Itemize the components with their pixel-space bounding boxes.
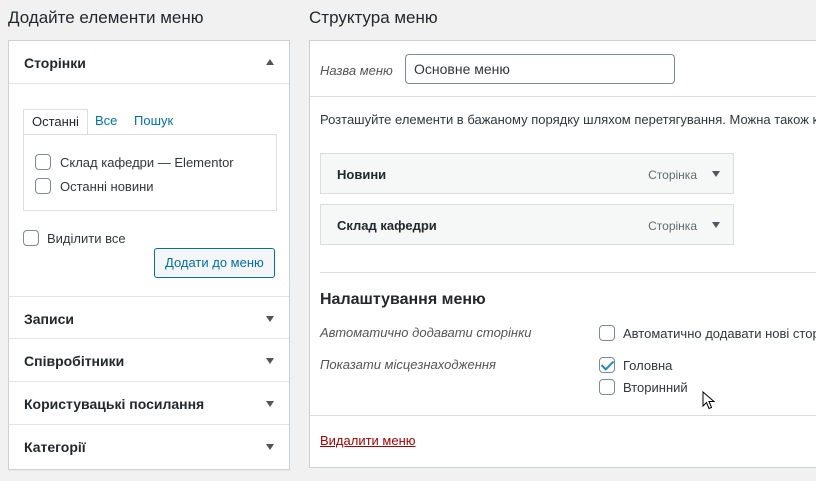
chevron-down-icon[interactable] [266,316,274,322]
location-label: Показати місцезнаходження [320,357,496,372]
chevron-down-icon[interactable] [266,444,274,450]
divider [320,272,816,273]
auto-add-label: Автоматично додавати сторінки [320,325,532,340]
page-checkbox[interactable] [35,178,51,194]
chevron-up-icon[interactable] [266,59,274,65]
page-checkbox[interactable] [35,154,51,170]
accordion-staff-title: Співробітники [24,353,125,369]
select-all-label: Виділити все [47,231,126,246]
page-checkbox-label: Склад кафедри — Elementor [60,155,234,170]
add-menu-items-heading: Додайте елементи меню [8,8,204,27]
location-primary-label: Головна [623,358,673,373]
tab-panel-recent: Склад кафедри — Elementor Останні новини [23,134,277,211]
accordion-categories[interactable]: Категорії [9,425,289,468]
accordion-pages[interactable]: Сторінки [9,41,289,84]
chevron-down-icon[interactable] [712,171,720,177]
accordion-pages-title: Сторінки [24,55,86,71]
add-to-menu-button[interactable]: Додати до меню [154,248,275,278]
add-menu-items-panel: Сторінки Останні Все Пошук Склад кафедри… [8,40,290,470]
menu-structure-heading: Структура меню [309,8,438,27]
tab-all[interactable]: Все [87,109,125,135]
tab-search[interactable]: Пошук [126,109,181,135]
menu-instructions: Розташуйте елементи в бажаному порядку ш… [320,112,816,127]
location-primary-checkbox[interactable] [599,357,615,373]
chevron-down-icon[interactable] [266,358,274,364]
delete-menu-link[interactable]: Видалити меню [320,433,416,448]
divider [310,415,816,416]
chevron-down-icon[interactable] [712,222,720,228]
menu-item-title: Склад кафедри [337,218,437,233]
divider [310,96,816,97]
accordion-custom-links[interactable]: Користувацькі посилання [9,382,289,425]
accordion-posts[interactable]: Записи [9,296,289,339]
location-secondary-checkbox[interactable] [599,379,615,395]
menu-name-label: Назва меню [320,63,393,78]
mouse-cursor-icon [702,391,716,410]
select-all-checkbox[interactable] [23,230,39,246]
accordion-staff[interactable]: Співробітники [9,339,289,382]
page-checkbox-label: Останні новини [60,179,154,194]
auto-add-checkbox[interactable] [599,325,615,341]
location-secondary-label: Вторинний [623,380,688,395]
chevron-down-icon[interactable] [266,401,274,407]
menu-name-input[interactable]: Основне меню [405,54,675,84]
auto-add-option-label: Автоматично додавати нові стор [623,326,816,341]
accordion-categories-title: Категорії [24,439,86,455]
tab-recent[interactable]: Останні [23,109,88,135]
accordion-custom-links-title: Користувацькі посилання [24,396,205,412]
menu-item-type: Сторінка [648,168,697,182]
menu-settings-title: Налаштування меню [320,291,486,308]
menu-item[interactable]: Новини Сторінка [320,153,734,194]
menu-item-title: Новини [337,167,387,182]
menu-item[interactable]: Склад кафедри Сторінка [320,204,734,245]
menu-item-type: Сторінка [648,219,697,233]
menu-structure-panel: Назва меню Основне меню Розташуйте елеме… [309,40,816,468]
accordion-posts-title: Записи [24,311,75,327]
